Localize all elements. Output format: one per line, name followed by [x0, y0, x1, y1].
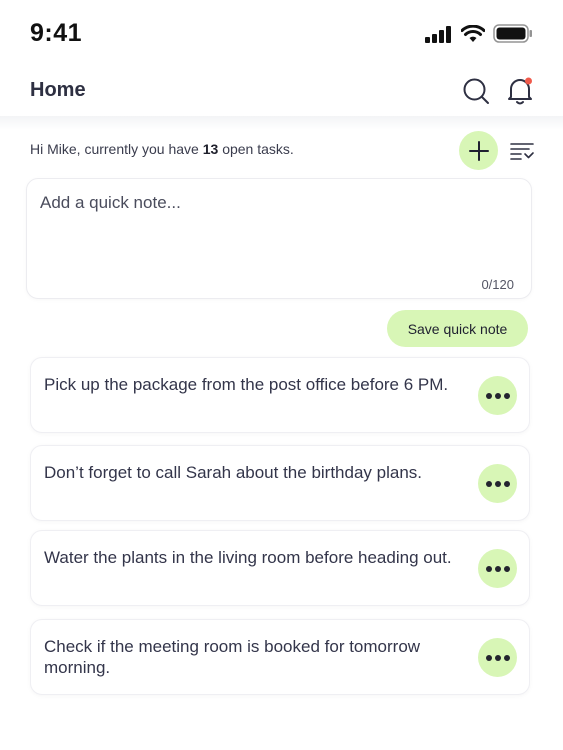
more-dots-icon: [485, 392, 492, 399]
more-dot: [494, 654, 501, 661]
more-dots-icon: [485, 480, 492, 487]
header-divider: [0, 116, 563, 130]
more-dots-icon: [485, 565, 492, 572]
quick-note-input[interactable]: [40, 193, 510, 263]
status-time: 9:41: [30, 19, 83, 47]
greeting-suffix: open tasks.: [218, 141, 294, 157]
task-text: Don’t forget to call Sarah about the bir…: [44, 463, 423, 482]
status-bar: 9:41: [0, 0, 563, 68]
cellular-signal-icon: [425, 25, 453, 48]
more-dot: [503, 654, 510, 661]
greeting-prefix: Hi Mike, currently you have: [30, 141, 203, 157]
task-more-button[interactable]: [478, 376, 517, 415]
sort-filter-icon: [510, 143, 534, 160]
task-card[interactable]: Don’t forget to call Sarah about the bir…: [30, 445, 530, 521]
task-text: Pick up the package from the post office…: [44, 375, 449, 394]
task-more-button[interactable]: [478, 549, 517, 588]
search-icon[interactable]: [461, 76, 491, 106]
sort-filter-button[interactable]: [509, 140, 535, 162]
battery-icon: [493, 24, 533, 48]
task-card[interactable]: Check if the meeting room is booked for …: [30, 619, 530, 695]
open-task-count: 13: [202, 141, 219, 157]
task-more-button[interactable]: [478, 464, 517, 503]
status-icons: [425, 24, 533, 48]
task-text: Water the plants in the living room befo…: [44, 548, 452, 567]
greeting-text: Hi Mike, currently you have 13 open task…: [30, 141, 294, 157]
task-more-button[interactable]: [478, 638, 517, 677]
notification-dot: [525, 77, 532, 85]
page-title: Home: [30, 79, 86, 101]
more-dot: [503, 392, 510, 399]
task-card[interactable]: Pick up the package from the post office…: [30, 357, 530, 433]
plus-icon: [468, 140, 489, 161]
more-dot: [503, 480, 510, 487]
add-task-button[interactable]: [459, 131, 498, 170]
save-quick-note-button[interactable]: Save quick note: [387, 310, 528, 347]
quick-note-box: 0/120: [26, 178, 532, 299]
more-dots-icon: [485, 654, 492, 661]
more-dot: [503, 565, 510, 572]
task-text: Check if the meeting room is booked for …: [44, 637, 421, 677]
more-dot: [494, 565, 501, 572]
character-counter: 0/120: [481, 277, 514, 292]
wifi-icon: [460, 24, 486, 48]
bell-icon[interactable]: [505, 76, 535, 106]
task-card[interactable]: Water the plants in the living room befo…: [30, 530, 530, 606]
app-header: Home: [0, 68, 563, 116]
more-dot: [494, 392, 501, 399]
more-dot: [494, 480, 501, 487]
